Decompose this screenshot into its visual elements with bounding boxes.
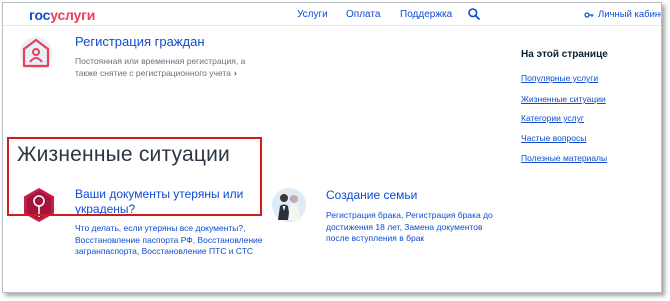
sidebar-link-faq[interactable]: Частые вопросы [521, 133, 586, 143]
nav-payment[interactable]: Оплата [346, 9, 380, 20]
gosuslugi-logo[interactable]: госуслуги [29, 7, 95, 23]
logo-part-uslugi: услуги [50, 7, 96, 23]
sidebar-link-materials[interactable]: Полезные материалы [521, 153, 607, 163]
sidebar-link-popular[interactable]: Популярные услуги [521, 73, 598, 83]
key-icon [584, 11, 594, 18]
family-creation-description[interactable]: Регистрация брака, Регистрация брака до … [326, 210, 496, 245]
nav-support[interactable]: Поддержка [400, 9, 452, 20]
search-icon[interactable] [467, 7, 481, 21]
highlight-annotation-box [7, 137, 262, 216]
registration-description: Постоянная или временная регистрация, а … [75, 56, 265, 79]
page-frame: госуслуги Услуги Оплата Поддержка Личный… [2, 2, 662, 293]
chevron-right-icon[interactable]: › [234, 68, 237, 80]
logo-part-gos: гос [29, 7, 51, 23]
couple-icon [272, 188, 306, 222]
registration-title-link[interactable]: Регистрация граждан [75, 34, 205, 49]
sidebar-link-life-situations[interactable]: Жизненные ситуации [521, 94, 606, 104]
family-creation-title-link[interactable]: Создание семьи [326, 188, 417, 202]
house-person-icon [20, 37, 52, 69]
sidebar-title: На этой странице [521, 49, 608, 60]
lost-documents-description[interactable]: Что делать, если утеряны все документы?,… [75, 223, 265, 258]
registration-description-text: Постоянная или временная регистрация, а … [75, 56, 246, 78]
personal-cabinet-link[interactable]: Личный кабинет [584, 9, 661, 20]
nav-services[interactable]: Услуги [297, 9, 328, 20]
top-header: госуслуги Услуги Оплата Поддержка Личный… [3, 3, 661, 26]
sidebar-link-categories[interactable]: Категории услуг [521, 113, 584, 123]
cabinet-label: Личный кабинет [598, 9, 661, 20]
